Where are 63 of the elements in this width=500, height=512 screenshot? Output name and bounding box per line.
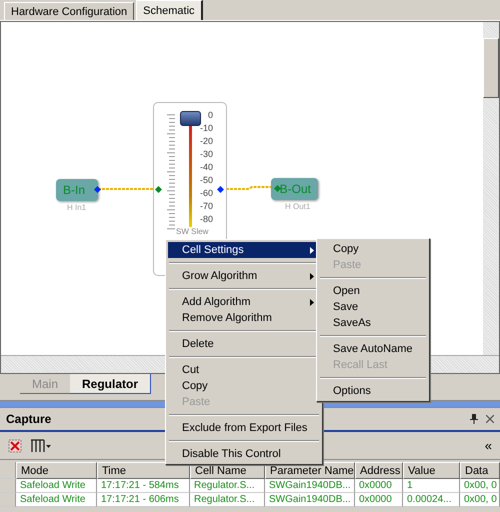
- table-cell: 0x0000: [355, 493, 403, 507]
- table-cell: Safeload Write: [16, 479, 97, 493]
- table-cell: Regulator.S...: [190, 493, 265, 507]
- port-icon: [274, 185, 281, 192]
- table-cell: Regulator.S...: [190, 479, 265, 493]
- menu-item[interactable]: Add Algorithm: [168, 294, 320, 310]
- vertical-scrollbar[interactable]: [483, 22, 499, 356]
- menu-item[interactable]: Copy: [319, 241, 427, 257]
- submenu-arrow-icon: [310, 246, 314, 254]
- menu-item[interactable]: Remove Algorithm: [168, 310, 320, 326]
- table-cell: 17:17:21 - 584ms: [97, 479, 190, 493]
- column-header[interactable]: Address: [355, 462, 403, 479]
- table-cell: SWGain1940DB...: [265, 479, 355, 493]
- close-icon[interactable]: [486, 415, 494, 423]
- fader-knob[interactable]: [180, 111, 201, 126]
- menu-item[interactable]: Delete: [168, 336, 320, 352]
- scale-label: -40: [200, 161, 213, 174]
- tab[interactable]: Schematic: [136, 0, 203, 20]
- scale-label: -70: [200, 200, 213, 213]
- table-cell: 0x0000: [355, 479, 403, 493]
- scale-label: -60: [200, 187, 213, 200]
- row-header-cell[interactable]: [0, 479, 16, 493]
- submenu-arrow-icon: [310, 272, 314, 280]
- menu-item[interactable]: Open: [319, 283, 427, 299]
- menu-item[interactable]: Exclude from Export Files: [168, 420, 320, 436]
- cell-label: SW Slew: [176, 227, 208, 237]
- table-cell: 17:17:21 - 606ms: [97, 493, 190, 507]
- collapse-button[interactable]: «: [484, 438, 492, 453]
- row-header-cell[interactable]: [0, 493, 16, 507]
- pin-icon[interactable]: [470, 414, 478, 424]
- column-header[interactable]: Data: [460, 462, 500, 479]
- submenu-arrow-icon: [310, 298, 314, 306]
- sheet-tab[interactable]: Regulator: [70, 374, 152, 394]
- scale-label: -80: [200, 213, 213, 226]
- scale-label: 0: [208, 109, 213, 122]
- panel-title: Capture: [6, 412, 52, 426]
- table-cell: 0x00, 0: [460, 493, 500, 507]
- menu-item[interactable]: Save: [319, 299, 427, 315]
- table-cell: SWGain1940DB...: [265, 493, 355, 507]
- columns-icon[interactable]: [30, 438, 52, 452]
- table-cell: Safeload Write: [16, 493, 97, 507]
- scale-label: -50: [200, 174, 213, 187]
- port-icon: [155, 186, 162, 193]
- tab[interactable]: Hardware Configuration: [4, 2, 134, 20]
- port-icon: [217, 186, 224, 193]
- clear-icon[interactable]: [8, 438, 22, 452]
- menu-item[interactable]: Copy: [168, 378, 320, 394]
- menu-item[interactable]: SaveAs: [319, 315, 427, 331]
- column-header[interactable]: Mode: [16, 462, 97, 479]
- scale-label: -10: [200, 122, 213, 135]
- port-icon: [94, 186, 101, 193]
- menu-item[interactable]: Cut: [168, 362, 320, 378]
- table-cell: 1: [403, 479, 460, 493]
- table-cell: 0x00, 0: [460, 479, 500, 493]
- table-cell: 0.00024...: [403, 493, 460, 507]
- node-label: H Out1: [285, 202, 310, 211]
- column-header[interactable]: Value: [403, 462, 460, 479]
- menu-item[interactable]: Disable This Control: [168, 446, 320, 462]
- menu-item[interactable]: Options: [319, 383, 427, 399]
- scale-label: -20: [200, 135, 213, 148]
- scale-label: -30: [200, 148, 213, 161]
- menu-item[interactable]: Save AutoName: [319, 341, 427, 357]
- node-label: H In1: [67, 203, 86, 212]
